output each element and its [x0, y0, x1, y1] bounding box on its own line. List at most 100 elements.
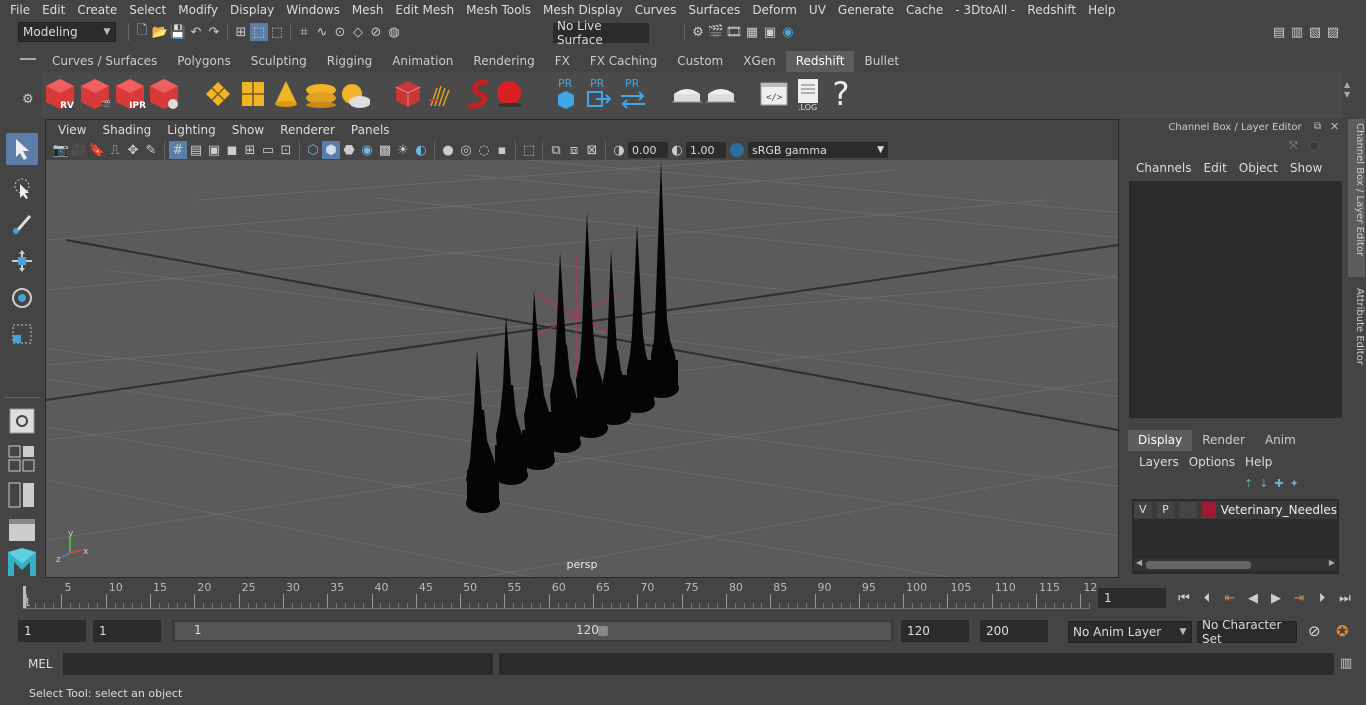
save-scene-icon[interactable]: 💾	[169, 23, 187, 41]
redshift-volume-button[interactable]	[462, 76, 494, 112]
ipr-render-icon[interactable]: ▦	[743, 23, 761, 41]
redshift-hair-button[interactable]	[427, 76, 459, 112]
new-layer-selected-icon[interactable]: ✦	[1290, 477, 1299, 490]
redshift-pr-swap-button[interactable]: PR	[617, 76, 649, 112]
viewport-menu-show[interactable]: Show	[224, 123, 272, 137]
snap-curve-icon[interactable]: ∿	[313, 23, 331, 41]
redshift-bake-set-button[interactable]	[704, 76, 736, 112]
paint-select-tool-button[interactable]	[6, 208, 38, 240]
script-editor-icon[interactable]: ▥	[1340, 656, 1352, 671]
select-hierarchy-icon[interactable]: ⊞	[232, 23, 250, 41]
tab-fx[interactable]: FX	[545, 51, 580, 72]
grid-toggle-icon[interactable]: #	[169, 141, 187, 159]
tab-channel-box-layer-editor[interactable]: Channel Box / Layer Editor	[1348, 119, 1365, 277]
menu-mesh-tools[interactable]: Mesh Tools	[460, 3, 537, 17]
auto-key-icon[interactable]: ⊘	[1308, 622, 1321, 640]
move-layer-up-icon[interactable]: ⇡	[1244, 477, 1253, 490]
tab-xgen[interactable]: XGen	[733, 51, 786, 72]
redshift-spot-light-button[interactable]	[270, 76, 302, 112]
playback-end-field[interactable]: 120	[901, 620, 969, 642]
move-tool-button[interactable]	[6, 245, 38, 277]
layer-scrollbar[interactable]: ◀ ▶	[1134, 558, 1337, 571]
snap-grid-icon[interactable]: ⌗	[295, 23, 313, 41]
viewport-menu-shading[interactable]: Shading	[94, 123, 159, 137]
isolate-select-icon[interactable]: ⬚	[520, 141, 538, 159]
menu-select[interactable]: Select	[123, 3, 172, 17]
channel-box-axis-icon[interactable]: ⤧	[1289, 139, 1298, 153]
snap-point-icon[interactable]: ⊙	[331, 23, 349, 41]
go-to-start-icon[interactable]: ⏮	[1175, 589, 1193, 607]
menu-mesh[interactable]: Mesh	[346, 3, 390, 17]
field-chart-icon[interactable]: ⊞	[241, 141, 259, 159]
menu-display[interactable]: Display	[224, 3, 280, 17]
redshift-render-button[interactable]: 🎬	[79, 76, 111, 112]
layout-outliner-icon[interactable]	[8, 518, 38, 545]
layers-menu[interactable]: Layers	[1134, 455, 1184, 469]
toggle-panel-icon[interactable]: ▥	[1288, 23, 1306, 41]
menu-file[interactable]: File	[4, 3, 36, 17]
menu-create[interactable]: Create	[71, 3, 123, 17]
redshift-settings-button[interactable]	[148, 76, 180, 112]
tab-rendering[interactable]: Rendering	[463, 51, 544, 72]
depth-of-field-icon[interactable]: ▪	[493, 141, 511, 159]
viewport-menu-renderer[interactable]: Renderer	[272, 123, 343, 137]
redshift-help-button[interactable]: ?	[825, 75, 857, 113]
live-surface-field[interactable]: No Live Surface	[553, 19, 649, 47]
preferences-icon[interactable]: ✪	[1336, 622, 1349, 640]
image-plane-icon[interactable]: ⎍	[106, 141, 124, 159]
render-view-icon[interactable]: 🎬	[707, 23, 725, 41]
layer-row[interactable]: V P Veterinary_Needles	[1134, 501, 1337, 519]
redshift-sun-light-button[interactable]	[338, 76, 370, 112]
menu-surfaces[interactable]: Surfaces	[682, 3, 746, 17]
resolution-gate-icon[interactable]: ▣	[205, 141, 223, 159]
redshift-proxy-button[interactable]	[392, 76, 424, 112]
menu-edit-mesh[interactable]: Edit Mesh	[389, 3, 460, 17]
safe-title-icon[interactable]: ⊡	[277, 141, 295, 159]
undo-icon[interactable]: ↶	[187, 23, 205, 41]
mel-label[interactable]: MEL	[28, 657, 53, 671]
tab-animation[interactable]: Animation	[382, 51, 463, 72]
tab-curves-surfaces[interactable]: Curves / Surfaces	[42, 51, 167, 72]
redshift-script-button[interactable]: </>	[758, 76, 790, 112]
bookmark-icon[interactable]: 🔖	[88, 141, 106, 159]
exposure-icon[interactable]: ◑	[610, 141, 628, 159]
viewport-panel[interactable]: View Shading Lighting Show Renderer Pane…	[45, 119, 1119, 578]
menu-deform[interactable]: Deform	[746, 3, 803, 17]
tab-redshift[interactable]: Redshift	[785, 51, 855, 72]
range-slider[interactable]: 1 1 120	[172, 620, 894, 642]
redshift-ipr-button[interactable]: IPR	[114, 76, 146, 112]
shadows-icon[interactable]: ☀	[394, 141, 412, 159]
select-object-icon[interactable]: ⬚	[250, 23, 268, 41]
redshift-log-button[interactable]: .LOG	[792, 76, 824, 112]
xray-icon[interactable]: ◐	[412, 141, 430, 159]
menu-edit[interactable]: Edit	[36, 3, 71, 17]
scroll-left-icon[interactable]: ◀	[1136, 558, 1142, 567]
redshift-render-view-button[interactable]: RV	[44, 76, 76, 112]
tab-attribute-editor[interactable]: Attribute Editor	[1348, 284, 1365, 374]
animation-start-field[interactable]: 1	[18, 620, 86, 642]
mel-input[interactable]	[63, 653, 493, 675]
tab-display[interactable]: Display	[1128, 430, 1193, 451]
layer-name[interactable]: Veterinary_Needles	[1221, 503, 1337, 517]
render-settings-icon[interactable]: ⚙	[689, 23, 707, 41]
redshift-ies-light-button[interactable]	[304, 76, 336, 112]
shelf-scroll-arrows[interactable]: ▲ ▼	[1344, 80, 1350, 100]
anim-layer-dropdown[interactable]: No Anim Layer ▼	[1068, 621, 1192, 643]
mode-selector[interactable]: Modeling ▼	[18, 22, 116, 42]
gamma-icon[interactable]: ◐	[668, 141, 686, 159]
use-all-lights-icon[interactable]: ▩	[376, 141, 394, 159]
grease-pencil-icon[interactable]: ✎	[142, 141, 160, 159]
layer-color-swatch[interactable]	[1201, 502, 1216, 518]
edit-menu[interactable]: Edit	[1198, 161, 1233, 175]
menu-windows[interactable]: Windows	[280, 3, 346, 17]
step-forward-key-icon[interactable]: ⇥	[1290, 589, 1308, 607]
tab-fx-caching[interactable]: FX Caching	[580, 51, 667, 72]
smooth-shade-icon[interactable]: ⬢	[322, 141, 340, 159]
menu-cache[interactable]: Cache	[900, 3, 949, 17]
xray-active-icon[interactable]: ⧈	[565, 141, 583, 159]
gamma-field[interactable]: 1.00	[686, 142, 726, 158]
options-menu[interactable]: Options	[1184, 455, 1240, 469]
wireframe-icon[interactable]: ⬡	[304, 141, 322, 159]
scale-tool-button[interactable]	[6, 318, 38, 350]
hypershade-icon[interactable]: ◉	[779, 23, 797, 41]
